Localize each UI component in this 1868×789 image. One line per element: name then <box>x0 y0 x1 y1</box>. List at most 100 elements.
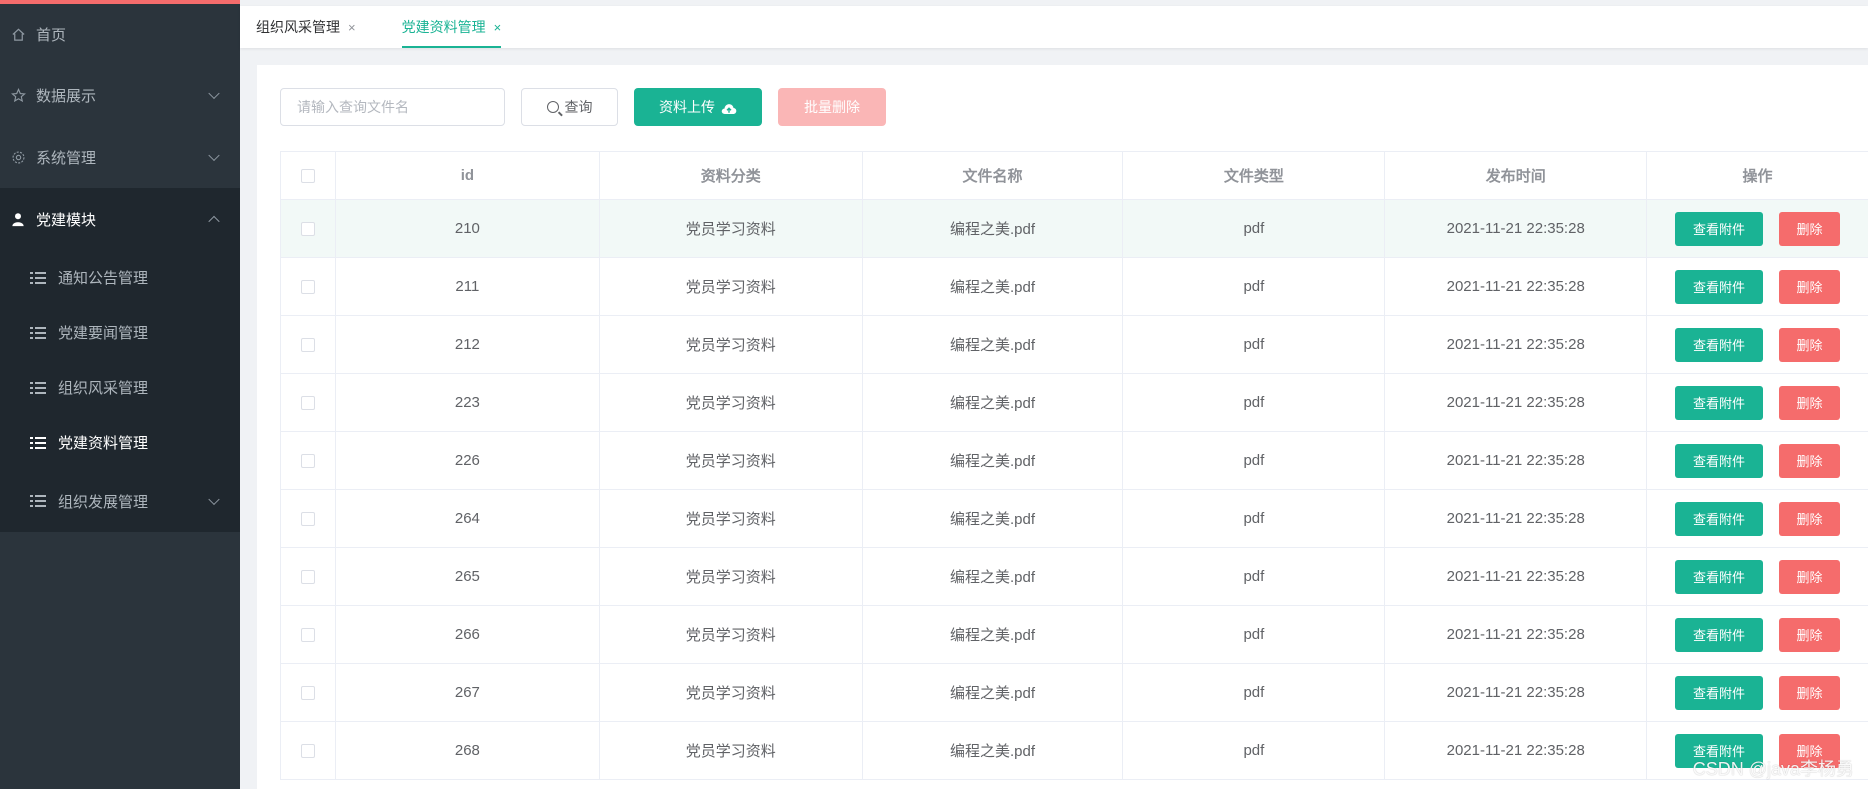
row-checkbox-cell <box>281 548 336 605</box>
delete-button[interactable]: 删除 <box>1779 501 1841 536</box>
table-row[interactable]: 268 党员学习资料 编程之美.pdf pdf 2021-11-21 22:35:28 查… <box>281 722 1868 780</box>
table-row[interactable]: 211 党员学习资料 编程之美.pdf pdf 2021-11-21 22:35:28 查… <box>281 258 1868 316</box>
sidebar-item-development[interactable]: 组织发展管理 <box>0 470 240 532</box>
upload-label: 资料上传 <box>659 99 715 115</box>
cell-file-type: pdf <box>1123 200 1386 257</box>
delete-button[interactable]: 删除 <box>1779 617 1841 652</box>
table-row[interactable]: 266 党员学习资料 编程之美.pdf pdf 2021-11-21 22:35:28 查… <box>281 606 1868 664</box>
home-icon <box>10 26 26 42</box>
row-checkbox[interactable] <box>300 337 315 352</box>
upload-button[interactable]: 资料上传 <box>634 88 762 126</box>
delete-button[interactable]: 删除 <box>1779 211 1841 246</box>
row-checkbox-cell <box>281 664 336 721</box>
sidebar-item-label: 党建模块 <box>36 211 97 229</box>
table-row[interactable]: 265 党员学习资料 编程之美.pdf pdf 2021-11-21 22:35:28 查… <box>281 548 1868 606</box>
search-input[interactable] <box>280 88 505 126</box>
sidebar-item-party-module[interactable]: 党建模块 <box>0 188 240 250</box>
table-row[interactable]: 264 党员学习资料 编程之美.pdf pdf 2021-11-21 22:35:28 查… <box>281 490 1868 548</box>
cell-category: 党员学习资料 <box>600 200 863 257</box>
row-checkbox[interactable] <box>300 221 315 236</box>
delete-button[interactable]: 删除 <box>1779 443 1841 478</box>
cell-publish-time: 2021-11-21 22:35:28 <box>1385 200 1648 257</box>
select-all-checkbox[interactable] <box>300 168 315 183</box>
cell-actions: 查看附件 删除 <box>1647 606 1868 663</box>
gear-icon <box>10 149 26 165</box>
view-attachment-button[interactable]: 查看附件 <box>1675 443 1764 478</box>
sidebar-item-home[interactable]: 首页 <box>0 0 240 64</box>
sidebar-item-label: 组织风采管理 <box>58 380 149 397</box>
view-attachment-button[interactable]: 查看附件 <box>1675 385 1764 420</box>
cell-file-name: 编程之美.pdf <box>863 200 1124 257</box>
row-checkbox[interactable] <box>300 279 315 294</box>
toolbar: 查询 资料上传 批量删除 <box>280 88 886 126</box>
sidebar-submenu: 通知公告管理 党建要闻管理 组织风采管理 党建资料管理 组织发展管理 <box>0 250 240 532</box>
cell-file-name: 编程之美.pdf <box>863 374 1124 431</box>
materials-table: id 资料分类 文件名称 文件类型 发布时间 操作 210 党员学习资料 编程之美.… <box>280 151 1868 780</box>
cell-actions: 查看附件 删除 <box>1647 490 1868 547</box>
view-attachment-button[interactable]: 查看附件 <box>1675 327 1764 362</box>
table-row[interactable]: 223 党员学习资料 编程之美.pdf pdf 2021-11-21 22:35:28 查… <box>281 374 1868 432</box>
sidebar: 首页 数据展示 系统管理 党建模块 通知公告管理 党建要闻管理 组织风采管理 党… <box>0 0 240 789</box>
row-checkbox[interactable] <box>300 511 315 526</box>
delete-button[interactable]: 删除 <box>1779 559 1841 594</box>
table-row[interactable]: 210 党员学习资料 编程之美.pdf pdf 2021-11-21 22:35:28 查… <box>281 200 1868 258</box>
cell-category: 党员学习资料 <box>600 374 863 431</box>
row-checkbox[interactable] <box>300 627 315 642</box>
column-header[interactable]: id <box>336 152 600 199</box>
cell-id: 268 <box>336 722 600 779</box>
delete-button[interactable]: 删除 <box>1779 675 1841 710</box>
query-button[interactable]: 查询 <box>521 88 618 126</box>
sidebar-item-label: 党建要闻管理 <box>58 325 149 342</box>
view-attachment-button[interactable]: 查看附件 <box>1675 617 1764 652</box>
sidebar-item-materials[interactable]: 党建资料管理 <box>0 415 240 470</box>
cell-publish-time: 2021-11-21 22:35:28 <box>1385 548 1648 605</box>
table-row[interactable]: 212 党员学习资料 编程之美.pdf pdf 2021-11-21 22:35:28 查… <box>281 316 1868 374</box>
view-attachment-button[interactable]: 查看附件 <box>1675 269 1764 304</box>
column-header[interactable]: 资料分类 <box>600 152 863 199</box>
sidebar-item-label: 系统管理 <box>36 149 97 167</box>
batch-delete-button[interactable]: 批量删除 <box>778 88 886 126</box>
list-icon <box>30 495 46 507</box>
sidebar-item-news[interactable]: 党建要闻管理 <box>0 305 240 360</box>
sidebar-item-notice[interactable]: 通知公告管理 <box>0 250 240 305</box>
cell-id: 266 <box>336 606 600 663</box>
cell-id: 223 <box>336 374 600 431</box>
sidebar-item-label: 首页 <box>36 26 67 44</box>
cell-file-name: 编程之美.pdf <box>863 258 1124 315</box>
chevron-up-icon <box>208 215 220 228</box>
view-attachment-button[interactable]: 查看附件 <box>1675 675 1764 710</box>
close-icon[interactable]: × <box>494 20 502 35</box>
delete-button[interactable]: 删除 <box>1779 327 1841 362</box>
column-header[interactable]: 文件名称 <box>863 152 1124 199</box>
row-checkbox[interactable] <box>300 743 315 758</box>
column-header[interactable]: 发布时间 <box>1385 152 1648 199</box>
column-header[interactable]: 文件类型 <box>1123 152 1386 199</box>
row-checkbox-cell <box>281 200 336 257</box>
row-checkbox[interactable] <box>300 569 315 584</box>
cell-file-name: 编程之美.pdf <box>863 606 1124 663</box>
row-checkbox[interactable] <box>300 453 315 468</box>
cell-category: 党员学习资料 <box>600 722 863 779</box>
tab-party-materials[interactable]: 党建资料管理 × <box>401 6 502 48</box>
delete-button[interactable]: 删除 <box>1779 385 1841 420</box>
view-attachment-button[interactable]: 查看附件 <box>1675 559 1764 594</box>
view-attachment-button[interactable]: 查看附件 <box>1675 501 1764 536</box>
cell-publish-time: 2021-11-21 22:35:28 <box>1385 490 1648 547</box>
close-icon[interactable]: × <box>348 20 356 35</box>
query-label: 查询 <box>564 99 593 115</box>
chevron-down-icon <box>208 149 220 162</box>
view-attachment-button[interactable]: 查看附件 <box>1675 211 1764 246</box>
tab-bar: 组织风采管理 × 党建资料管理 × <box>240 6 1868 48</box>
user-icon <box>10 211 26 227</box>
tab-org-style[interactable]: 组织风采管理 × <box>256 6 356 48</box>
sidebar-item-system[interactable]: 系统管理 <box>0 126 240 188</box>
table-row[interactable]: 267 党员学习资料 编程之美.pdf pdf 2021-11-21 22:35:28 查… <box>281 664 1868 722</box>
cell-publish-time: 2021-11-21 22:35:28 <box>1385 664 1648 721</box>
sidebar-item-data-display[interactable]: 数据展示 <box>0 64 240 126</box>
delete-button[interactable]: 删除 <box>1779 269 1841 304</box>
table-row[interactable]: 226 党员学习资料 编程之美.pdf pdf 2021-11-21 22:35:28 查… <box>281 432 1868 490</box>
row-checkbox[interactable] <box>300 395 315 410</box>
row-checkbox-cell <box>281 722 336 779</box>
row-checkbox[interactable] <box>300 685 315 700</box>
sidebar-item-style[interactable]: 组织风采管理 <box>0 360 240 415</box>
